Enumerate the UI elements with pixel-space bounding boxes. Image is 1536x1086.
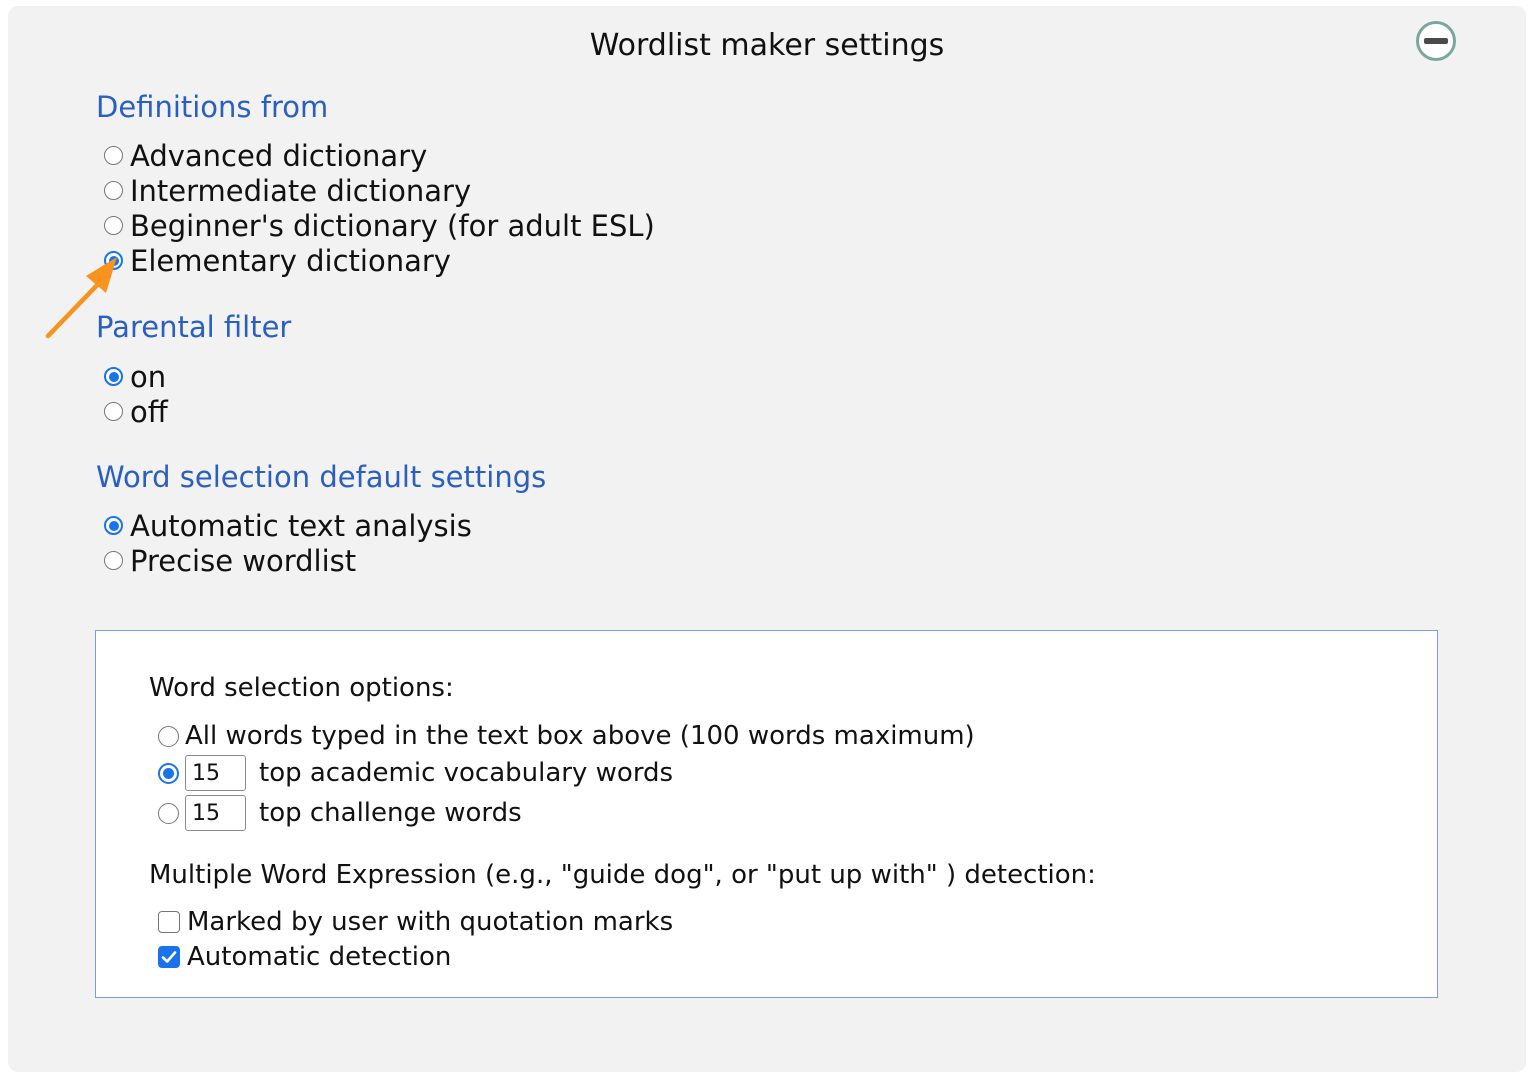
option-label: Automatic detection	[187, 941, 452, 972]
word-selection-options-group: All words typed in the text box above (1…	[158, 719, 975, 833]
mwe-detection-group: Marked by user with quotation marks Auto…	[158, 904, 673, 974]
radio-advanced-dictionary[interactable]	[104, 146, 123, 165]
option-advanced-dictionary[interactable]: Advanced dictionary	[104, 138, 655, 173]
option-label: off	[130, 394, 168, 429]
word-selection-options-box: Word selection options: All words typed …	[95, 630, 1438, 998]
radio-elementary-dictionary[interactable]	[104, 251, 123, 270]
option-label: Elementary dictionary	[130, 243, 451, 278]
option-label: Precise wordlist	[130, 543, 357, 578]
radio-parental-off[interactable]	[104, 402, 123, 421]
option-automatic-detection[interactable]: Automatic detection	[158, 939, 673, 974]
settings-panel: Wordlist maker settings Definitions from…	[8, 6, 1526, 1072]
academic-count-input[interactable]	[185, 755, 246, 791]
collapse-button[interactable]	[1416, 21, 1456, 61]
option-label: on	[130, 359, 167, 394]
option-precise-wordlist[interactable]: Precise wordlist	[104, 543, 472, 578]
option-label: All words typed in the text box above (1…	[185, 721, 975, 751]
radio-beginners-dictionary[interactable]	[104, 216, 123, 235]
parental-filter-heading: Parental filter	[96, 310, 292, 344]
option-label: Marked by user with quotation marks	[187, 906, 674, 937]
option-elementary-dictionary[interactable]: Elementary dictionary	[104, 243, 655, 278]
option-parental-off[interactable]: off	[104, 394, 168, 429]
option-label: top academic vocabulary words	[259, 758, 674, 788]
radio-all-words[interactable]	[158, 725, 179, 747]
checkmark-icon	[161, 950, 177, 963]
option-intermediate-dictionary[interactable]: Intermediate dictionary	[104, 173, 655, 208]
checkbox-marked-by-user[interactable]	[158, 910, 180, 933]
option-automatic-text-analysis[interactable]: Automatic text analysis	[104, 508, 472, 543]
option-challenge-words[interactable]: top challenge words	[158, 793, 975, 833]
checkbox-automatic-detection[interactable]	[158, 945, 180, 968]
radio-precise-wordlist[interactable]	[104, 551, 123, 570]
option-label: Automatic text analysis	[130, 508, 472, 543]
word-selection-options-heading: Word selection options:	[149, 673, 454, 703]
option-beginners-dictionary[interactable]: Beginner's dictionary (for adult ESL)	[104, 208, 655, 243]
option-parental-on[interactable]: on	[104, 359, 168, 394]
word-selection-defaults-heading: Word selection default settings	[96, 460, 547, 494]
minus-circle-icon	[1424, 38, 1448, 44]
option-label: Beginner's dictionary (for adult ESL)	[130, 208, 655, 243]
option-label: Advanced dictionary	[130, 138, 428, 173]
parental-filter-radio-group: on off	[104, 359, 168, 429]
radio-academic-words[interactable]	[158, 762, 179, 784]
option-all-words[interactable]: All words typed in the text box above (1…	[158, 719, 975, 753]
challenge-count-input[interactable]	[185, 795, 246, 831]
radio-intermediate-dictionary[interactable]	[104, 181, 123, 200]
radio-parental-on[interactable]	[104, 367, 123, 386]
option-label: top challenge words	[259, 798, 522, 828]
radio-challenge-words[interactable]	[158, 802, 179, 824]
option-academic-words[interactable]: top academic vocabulary words	[158, 753, 975, 793]
mwe-detection-heading: Multiple Word Expression (e.g., "guide d…	[149, 860, 1096, 890]
definitions-radio-group: Advanced dictionary Intermediate diction…	[104, 138, 655, 278]
option-label: Intermediate dictionary	[130, 173, 472, 208]
option-marked-by-user[interactable]: Marked by user with quotation marks	[158, 904, 673, 939]
word-selection-defaults-radio-group: Automatic text analysis Precise wordlist	[104, 508, 472, 578]
radio-automatic-text-analysis[interactable]	[104, 516, 123, 535]
panel-title: Wordlist maker settings	[589, 28, 945, 63]
definitions-heading: Definitions from	[96, 90, 329, 124]
